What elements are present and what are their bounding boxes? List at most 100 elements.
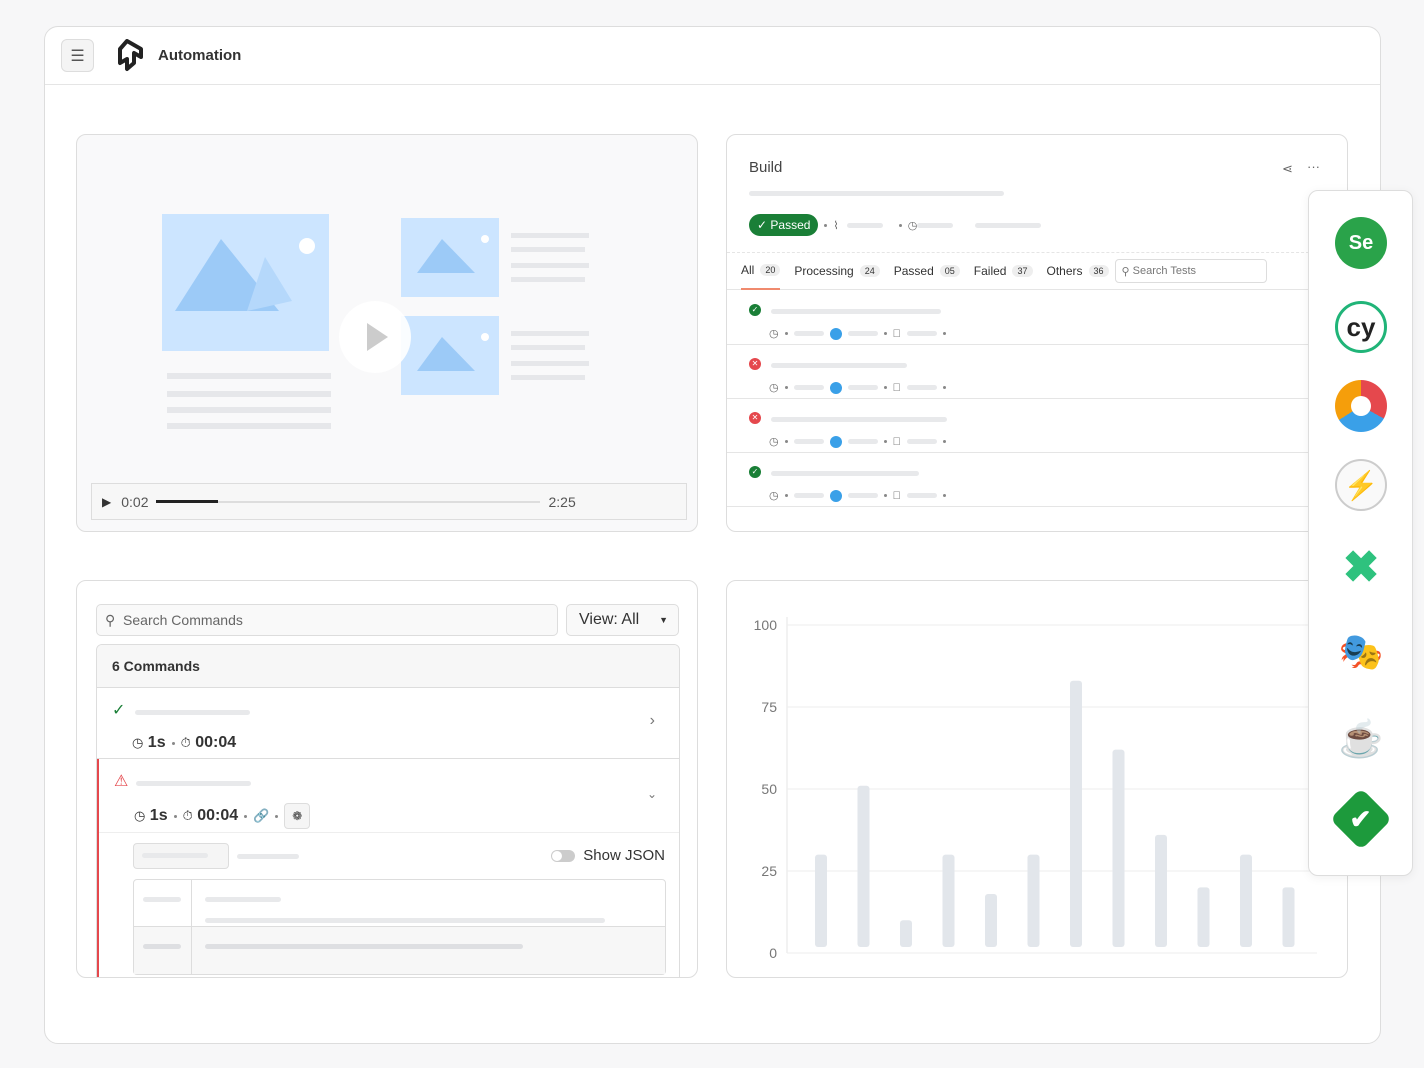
json-table — [133, 879, 666, 975]
bar — [942, 854, 955, 947]
espresso-icon[interactable]: ☕ — [1335, 713, 1387, 765]
show-json-toggle[interactable] — [551, 849, 576, 862]
build-title: Build — [749, 159, 783, 176]
show-json-label: Show JSON — [583, 847, 665, 864]
commands-card: ⚲ Search Commands View: All ▼ 6 Commands … — [76, 580, 698, 978]
build-card: Build ⋖ ··· ✓ Passed ⌇ ◷ All 20 Processin… — [726, 134, 1348, 532]
bar — [1155, 834, 1167, 947]
passed-icon: ✓ — [749, 465, 761, 478]
apple-icon:  — [893, 436, 901, 448]
bar — [1112, 749, 1125, 947]
apple-icon:  — [893, 490, 901, 502]
bar — [985, 893, 997, 947]
test-tabs: All 20 Processing 24 Passed 05 Failed 37 Oth… — [727, 252, 1347, 290]
selenium-icon[interactable]: Se — [1335, 217, 1387, 269]
stopwatch-icon: ⏱ — [182, 808, 193, 823]
safari-icon — [829, 489, 842, 502]
clock-icon: ◷ — [132, 735, 144, 750]
video-controls: ▶ 0:02 2:25 — [91, 483, 687, 520]
warning-icon: ⚠ — [114, 773, 129, 790]
chevron-down-icon[interactable]: ⌄ — [647, 787, 657, 801]
passed-icon: ✓ — [749, 303, 761, 316]
tab-passed[interactable]: Passed 05 — [894, 252, 960, 290]
more-icon[interactable]: ··· — [1307, 159, 1320, 174]
y-tick-label: 25 — [761, 863, 777, 879]
menu-button[interactable]: ☰ — [61, 39, 94, 72]
bar — [815, 854, 827, 947]
clock-icon: ◷ — [769, 328, 779, 340]
command-row-expanded[interactable]: ⚠ ◷ 1s ⏱ 00:04 🔗 ❁ ⌄ Show JSON — [97, 759, 679, 977]
search-icon: ⚲ — [1121, 265, 1130, 278]
menu-icon: ☰ — [70, 47, 85, 65]
clock-icon: ◷ — [769, 382, 779, 394]
clock-icon: ◷ — [769, 490, 779, 502]
chart-card: 0 25 50 75 100 — [726, 580, 1348, 978]
cypress-icon[interactable]: cy — [1335, 301, 1387, 353]
test-row[interactable]: ✕ ◷  — [727, 345, 1347, 399]
testcafe-icon[interactable] — [1335, 380, 1387, 432]
page-title: Automation — [158, 47, 242, 64]
search-commands-input[interactable]: ⚲ Search Commands — [96, 604, 558, 636]
test-list: ✓ ◷  ✕ ◷  ✕ ◷  ✓ ◷  — [727, 291, 1347, 507]
view-dropdown[interactable]: View: All ▼ — [566, 604, 679, 636]
tab-failed[interactable]: Failed 37 — [974, 252, 1033, 290]
stopwatch-icon: ⏱ — [180, 735, 191, 750]
y-tick-label: 50 — [761, 781, 777, 797]
tab-all[interactable]: All 20 — [741, 252, 781, 290]
bar — [1027, 854, 1040, 947]
link-icon[interactable]: 🔗 — [253, 808, 269, 824]
nightwatch-icon[interactable]: ✖ — [1335, 541, 1387, 593]
branch-icon: ⌇ — [833, 219, 839, 232]
checkmark-tool-icon[interactable]: ✔ — [1329, 787, 1393, 851]
search-tests-input[interactable]: ⚲ Search Tests — [1114, 259, 1267, 283]
y-tick-label: 100 — [754, 617, 778, 633]
y-tick-label: 0 — [769, 945, 777, 961]
duration: 2:25 — [548, 493, 576, 510]
play-icon[interactable]: ▶ — [102, 495, 111, 509]
safari-icon — [829, 327, 842, 340]
test-row[interactable]: ✓ ◷  — [727, 291, 1347, 345]
clock-icon: ◷ — [134, 808, 146, 823]
app-logo — [118, 38, 143, 71]
integrations-panel: Se cy ⚡ ✖ 🎭 ☕ ✔ — [1308, 190, 1413, 876]
failed-icon: ✕ — [749, 411, 761, 424]
clock-icon: ◷ — [907, 219, 918, 232]
share-icon[interactable]: ⋖ — [1282, 161, 1293, 177]
bar — [1197, 887, 1210, 947]
tab-processing[interactable]: Processing 24 — [794, 252, 880, 290]
clock-icon: ◷ — [769, 436, 779, 448]
bar — [1070, 680, 1082, 947]
bar — [900, 920, 912, 947]
segmented-control[interactable] — [133, 843, 229, 869]
bar — [857, 785, 870, 947]
bar — [1282, 887, 1295, 947]
bar-chart: 0 25 50 75 100 — [754, 617, 1317, 961]
command-row[interactable]: ✓ ◷ 1s ⏱ 00:04 › — [97, 688, 679, 759]
apple-icon:  — [893, 382, 901, 394]
bar — [1240, 854, 1252, 947]
caret-down-icon: ▼ — [659, 615, 668, 625]
commands-list: 6 Commands ✓ ◷ 1s ⏱ 00:04 › ⚠ ◷ 1s ⏱ 00:04… — [96, 644, 680, 977]
header: ☰ Automation — [45, 27, 1380, 85]
failed-icon: ✕ — [749, 357, 761, 370]
safari-icon — [829, 381, 842, 394]
video-progress-slider[interactable] — [156, 500, 541, 503]
play-overlay-button[interactable] — [339, 301, 411, 373]
lightning-icon[interactable]: ⚡ — [1335, 459, 1387, 511]
chevron-right-icon[interactable]: › — [650, 712, 655, 730]
search-icon: ⚲ — [105, 611, 116, 628]
test-row[interactable]: ✕ ◷  — [727, 399, 1347, 453]
bug-icon[interactable]: ❁ — [284, 803, 311, 829]
video-card: ▶ 0:02 2:25 — [76, 134, 698, 532]
video-preview — [162, 214, 589, 429]
status-badge: ✓ Passed — [749, 214, 819, 236]
apple-icon:  — [893, 328, 901, 340]
current-time: 0:02 — [121, 493, 149, 510]
y-tick-label: 75 — [761, 699, 777, 715]
test-row[interactable]: ✓ ◷  — [727, 453, 1347, 507]
playwright-icon[interactable]: 🎭 — [1335, 626, 1387, 678]
safari-icon — [829, 435, 842, 448]
tab-others[interactable]: Others 36 — [1047, 252, 1109, 290]
commands-count: 6 Commands — [97, 645, 679, 688]
check-icon: ✓ — [112, 702, 126, 719]
